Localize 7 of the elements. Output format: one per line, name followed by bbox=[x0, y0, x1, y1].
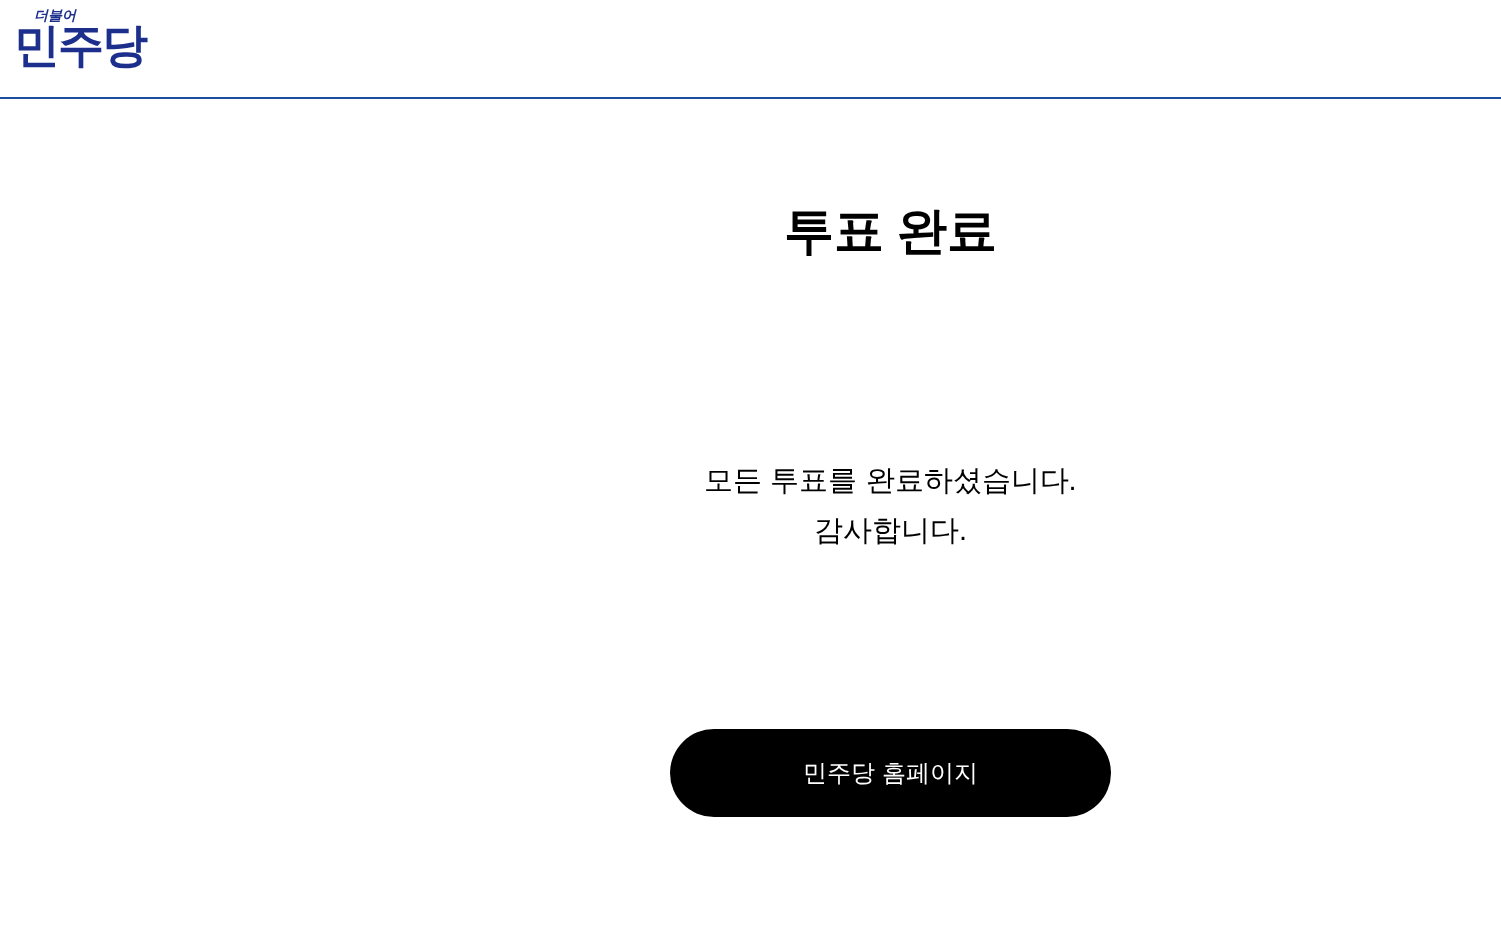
message-line: 모든 투표를 완료하셨습니다. bbox=[704, 463, 1077, 498]
homepage-button[interactable]: 민주당 홈페이지 bbox=[670, 729, 1111, 817]
logo-subtitle: 더불어 bbox=[34, 8, 76, 22]
message-line: 감사합니다. bbox=[813, 513, 967, 548]
page-title: 투표 완료 bbox=[783, 202, 998, 261]
party-logo[interactable]: 더불어 민주당 bbox=[14, 8, 146, 68]
logo-wordmark: 민주당 bbox=[14, 22, 146, 68]
